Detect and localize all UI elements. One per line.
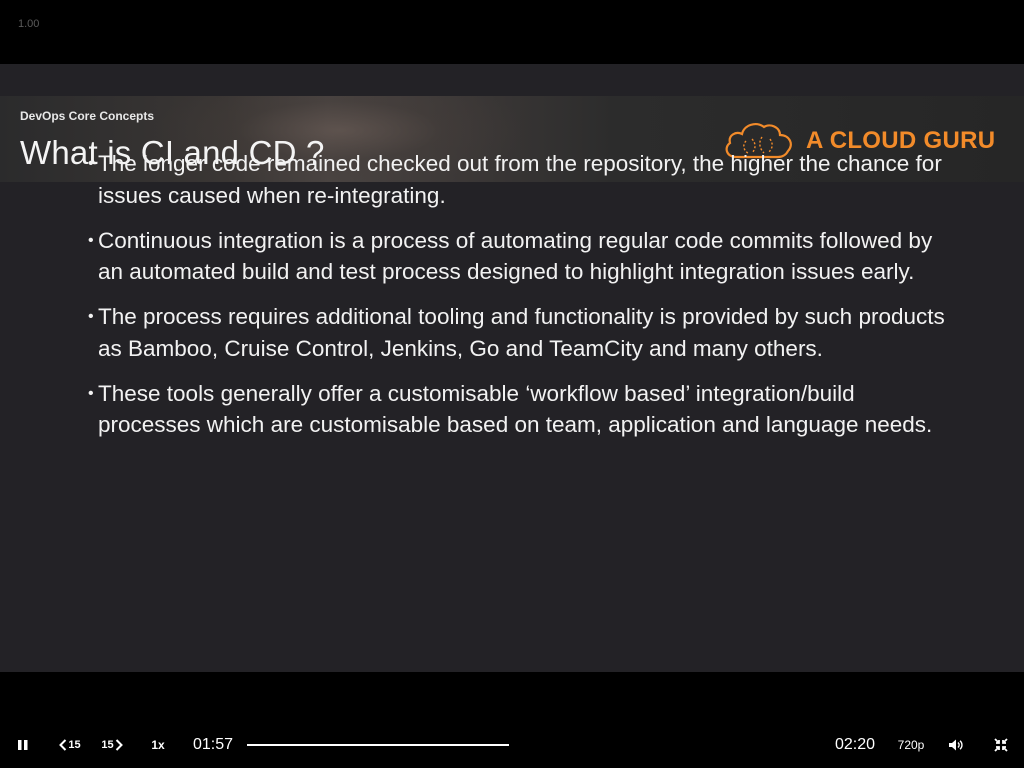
progress-bar[interactable] [247, 744, 509, 746]
forward-label: 15 [101, 739, 114, 751]
duration: 02:20 [835, 736, 876, 753]
video-stage[interactable]: 1.00 DevOps Core Concepts What is CI and… [0, 0, 1024, 704]
quality-button[interactable]: 720p [893, 722, 929, 768]
section-label: DevOps Core Concepts [20, 109, 155, 123]
playback-speed-label: 1x [151, 738, 165, 752]
volume-button[interactable] [946, 722, 966, 768]
rewind-15-button[interactable]: 15 [56, 722, 84, 768]
chevron-left-icon [59, 739, 67, 751]
current-time: 01:57 [193, 736, 234, 753]
speed-indicator: 1.00 [18, 18, 40, 30]
control-bar: 15 15 1x 01:57 02:20 720p [0, 722, 1024, 768]
play-pause-button[interactable] [10, 722, 36, 768]
exit-fullscreen-button[interactable] [990, 722, 1012, 768]
bullet-item: Continuous integration is a process of a… [88, 225, 958, 288]
bullet-item: The longer code remained checked out fro… [88, 148, 958, 211]
exit-fullscreen-icon [994, 738, 1008, 752]
bullet-item: These tools generally offer a customisab… [88, 378, 958, 441]
bullet-list: The longer code remained checked out fro… [88, 148, 958, 454]
progress-played [247, 744, 509, 746]
pause-icon [18, 740, 28, 750]
forward-15-button[interactable]: 15 [98, 722, 126, 768]
rewind-label: 15 [68, 739, 81, 751]
video-player[interactable]: 1.00 DevOps Core Concepts What is CI and… [0, 0, 1024, 768]
volume-icon [949, 739, 963, 751]
bullet-item: The process requires additional tooling … [88, 301, 958, 364]
quality-label: 720p [897, 738, 925, 752]
chevron-right-icon [115, 739, 123, 751]
playback-speed-button[interactable]: 1x [146, 722, 170, 768]
